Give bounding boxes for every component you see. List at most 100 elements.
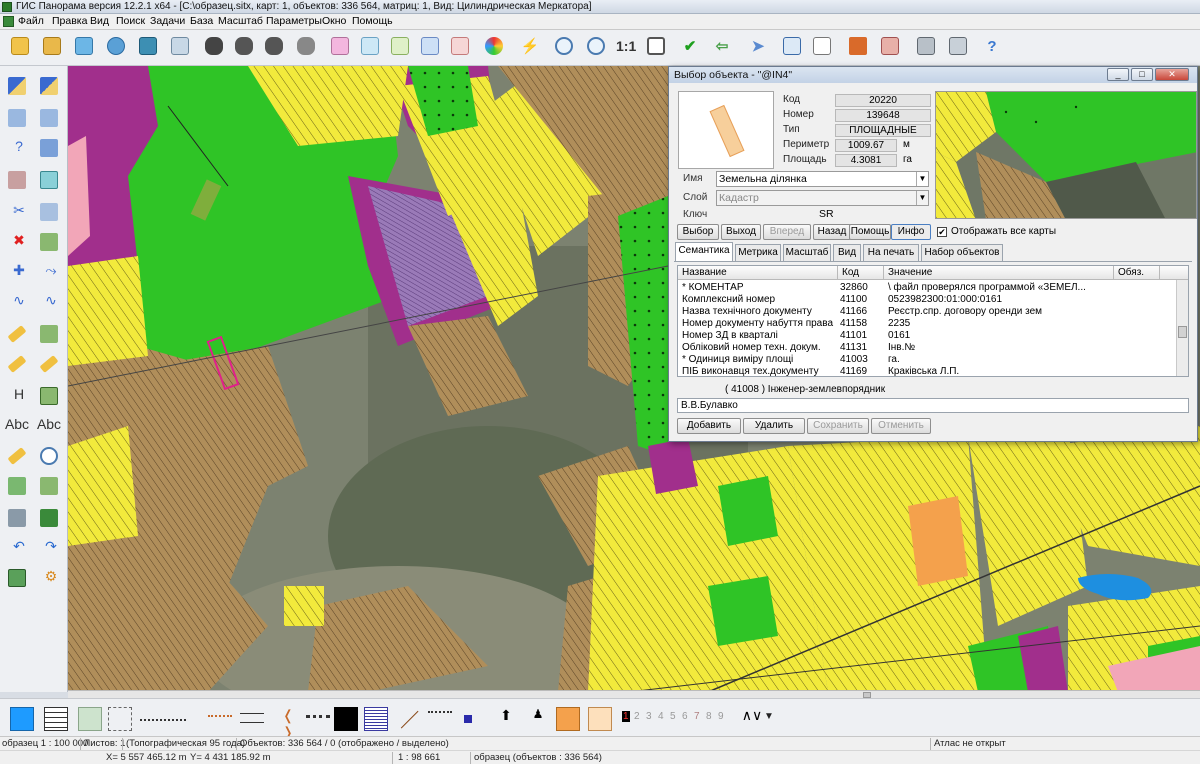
hierarchy-icon[interactable] xyxy=(4,474,30,498)
bracket-icon[interactable]: ❬ ❭ xyxy=(276,707,300,740)
cancel-button[interactable]: Отменить xyxy=(871,418,931,434)
help-edit-icon[interactable]: ? xyxy=(4,136,30,160)
slash-line-icon[interactable] xyxy=(400,710,420,730)
close-button[interactable]: ✕ xyxy=(1155,68,1189,81)
fill-orange-icon[interactable] xyxy=(556,707,580,731)
field-value-input[interactable]: В.В.Булавко xyxy=(677,398,1189,413)
point-series-icon[interactable] xyxy=(428,711,452,719)
text-document-icon[interactable] xyxy=(810,34,834,60)
tab-scale[interactable]: Масштаб xyxy=(783,244,831,261)
curve-edit-icon[interactable]: ∿ xyxy=(36,290,62,314)
tools-icon[interactable] xyxy=(846,34,870,60)
row-6-value[interactable]: Інв.№ xyxy=(888,342,1114,353)
scissors-icon[interactable]: ✂ xyxy=(4,200,30,224)
text-table-icon[interactable] xyxy=(36,352,62,376)
text-h-icon[interactable]: H xyxy=(4,384,30,408)
row-6-name[interactable]: Обліковий номер техн. докум. xyxy=(682,342,836,353)
digit-5[interactable]: 5 xyxy=(670,711,676,722)
column-value[interactable]: Значение xyxy=(884,266,1114,280)
pencil-icon[interactable] xyxy=(4,74,30,98)
digit-6[interactable]: 6 xyxy=(682,711,688,722)
pointer-icon[interactable]: ➤ xyxy=(746,34,770,60)
minimize-button[interactable]: _ xyxy=(1107,68,1129,81)
layer-select[interactable]: Кадастр ▼ xyxy=(716,190,929,206)
copy-object-icon[interactable] xyxy=(36,322,62,346)
fill-peach-icon[interactable] xyxy=(588,707,612,731)
menu-file[interactable]: Файл xyxy=(18,15,44,27)
row-3-name[interactable]: Назва технічного документу xyxy=(682,306,836,317)
replace-object-icon[interactable] xyxy=(36,474,62,498)
row-2-value[interactable]: 0523982300:01:000:0161 xyxy=(888,294,1114,305)
back-button[interactable]: Назад xyxy=(813,224,851,240)
dashed-frame-icon[interactable] xyxy=(108,707,132,731)
add-point-icon[interactable]: ✚ xyxy=(4,260,30,284)
digit-1[interactable]: 1 xyxy=(622,711,630,722)
open-map-icon[interactable] xyxy=(40,34,64,60)
row-6-code[interactable]: 41131 xyxy=(840,342,867,353)
flashlight-icon[interactable] xyxy=(4,444,30,468)
row-8-value[interactable]: Кракiвська Л.П. xyxy=(888,366,1114,376)
menu-tasks[interactable]: Задачи xyxy=(150,15,185,27)
lightning-icon[interactable]: ⚡ xyxy=(518,34,542,60)
dialog-title-bar[interactable]: Выбор объекта - "@IN4" _ □ ✕ xyxy=(669,67,1197,83)
add-map-icon[interactable] xyxy=(72,34,96,60)
edit-path-icon[interactable] xyxy=(36,136,62,160)
layers-panel-icon[interactable] xyxy=(4,566,30,590)
row-7-name[interactable]: * Одиниця виміру площі xyxy=(682,354,836,365)
tab-metrics[interactable]: Метрика xyxy=(735,244,781,261)
dotted-line-icon[interactable] xyxy=(140,707,186,721)
help-button[interactable]: Помощь xyxy=(849,224,891,240)
semantics-table[interactable]: Название Код Значение Обяз. * КОМЕНТАР 3… xyxy=(677,265,1189,377)
hatch-blue-icon[interactable] xyxy=(364,707,388,731)
binoculars-list-icon[interactable] xyxy=(262,34,286,60)
zoom-fit-icon[interactable] xyxy=(644,34,668,60)
digit-4[interactable]: 4 xyxy=(658,711,664,722)
add-button[interactable]: Добавить xyxy=(677,418,741,434)
tab-print[interactable]: На печать xyxy=(863,244,919,261)
settings-gear-icon[interactable]: ⚙ xyxy=(36,566,62,590)
delete-icon[interactable]: ✖ xyxy=(4,230,30,254)
ruler-icon[interactable] xyxy=(4,322,30,346)
curve-icon[interactable]: ∿ xyxy=(4,290,30,314)
edit-line-icon[interactable] xyxy=(36,106,62,130)
pencil-line-icon[interactable] xyxy=(36,74,62,98)
text-abc-icon[interactable]: Abc xyxy=(2,414,29,438)
undo-icon[interactable]: ⇦ xyxy=(710,34,734,60)
row-8-name[interactable]: ПІБ виконавця тех.документу xyxy=(682,366,836,376)
digit-9[interactable]: 9 xyxy=(718,711,724,722)
rotate-left-icon[interactable]: ↶ xyxy=(4,536,30,560)
row-1-value[interactable]: \ файл проверялся программой «ЗЕМЕЛ... xyxy=(888,282,1114,293)
row-2-code[interactable]: 41100 xyxy=(840,294,867,305)
menu-search[interactable]: Поиск xyxy=(116,15,145,27)
chevron-down-icon[interactable]: ▼ xyxy=(916,172,928,186)
horizontal-scrollbar[interactable] xyxy=(68,690,1200,698)
select-object-icon[interactable] xyxy=(328,34,352,60)
row-3-value[interactable]: Реєстр.спр. договору оренди зем xyxy=(888,306,1114,317)
check-object-icon[interactable] xyxy=(36,384,62,408)
row-4-code[interactable]: 41158 xyxy=(840,318,867,329)
select-button[interactable]: Выбор xyxy=(677,224,719,240)
binoculars-search-icon[interactable] xyxy=(232,34,256,60)
row-7-code[interactable]: 41003 xyxy=(840,354,868,365)
tab-view[interactable]: Вид xyxy=(833,244,861,261)
delete-button[interactable]: Удалить xyxy=(743,418,805,434)
row-2-name[interactable]: Комплексний номер xyxy=(682,294,836,305)
select-add-icon[interactable] xyxy=(358,34,382,60)
menu-scale[interactable]: Масштаб xyxy=(218,15,263,27)
menu-database[interactable]: База xyxy=(190,15,213,27)
row-4-value[interactable]: 2235 xyxy=(888,318,1114,329)
stairs-icon[interactable] xyxy=(4,506,30,530)
digit-7[interactable]: 7 xyxy=(694,711,700,722)
zoom-page-icon[interactable] xyxy=(36,444,62,468)
color-palette-icon[interactable] xyxy=(482,34,506,60)
text-cursor-icon[interactable] xyxy=(4,352,30,376)
pin-icon[interactable]: ♟ xyxy=(526,707,550,731)
text-abc-edit-icon[interactable]: Abc xyxy=(34,414,61,438)
wave-line-icon[interactable] xyxy=(208,715,232,729)
table-vertical-scrollbar[interactable] xyxy=(1176,280,1188,376)
chevron-down-icon[interactable]: ▼ xyxy=(916,191,928,205)
delete-object-icon[interactable] xyxy=(36,230,62,254)
menu-parameters[interactable]: Параметры xyxy=(266,15,322,27)
edit-points-icon[interactable] xyxy=(4,106,30,130)
fill-light-green-icon[interactable] xyxy=(78,707,102,731)
